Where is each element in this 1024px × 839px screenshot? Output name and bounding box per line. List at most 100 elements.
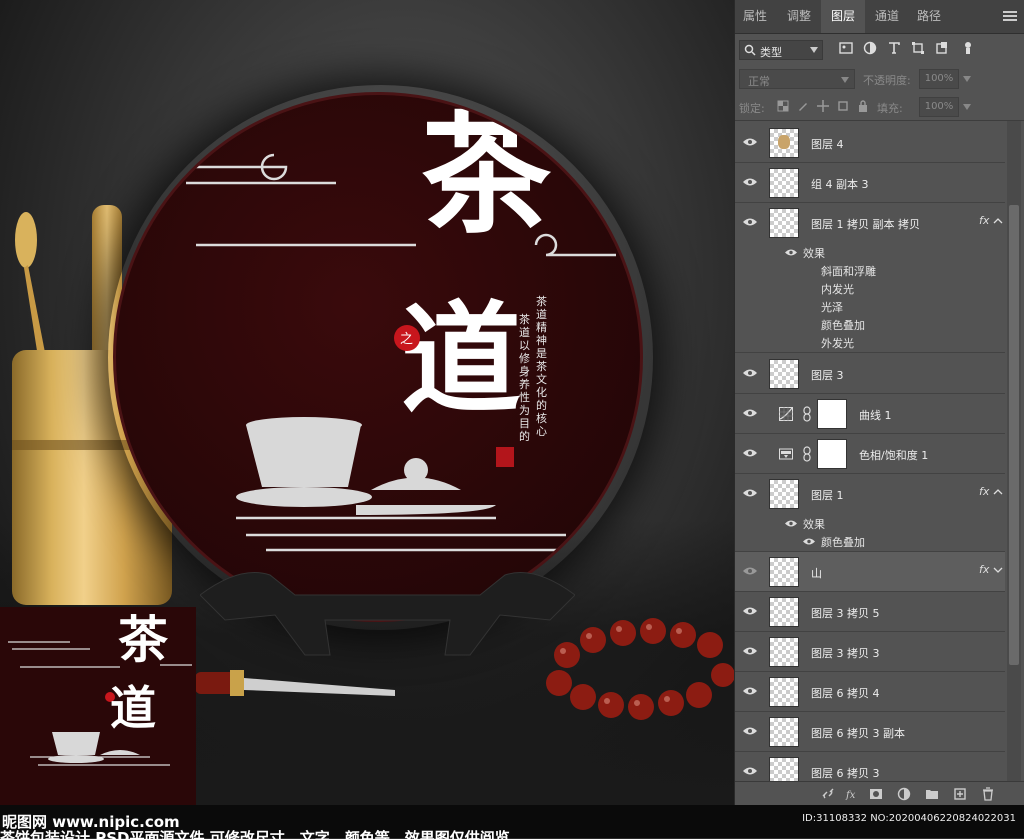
layer-row[interactable]: 图层 1 拷贝 副本 拷贝 fx (735, 203, 1005, 243)
filter-adjustment-icon[interactable] (863, 41, 877, 55)
layer-row[interactable]: 图层 3 拷贝 3 (735, 632, 1005, 672)
chevron-up-icon[interactable] (993, 487, 1003, 497)
thumbnail-title-way: 道 (110, 681, 156, 735)
lock-pixels-icon[interactable] (797, 100, 809, 112)
layers-panel: 属性 调整 图层 通道 路径 类型 正常 不透明度: 100% 锁定: 填充: … (734, 0, 1024, 805)
opacity-input[interactable]: 100% (919, 69, 959, 89)
filter-pixel-icon[interactable] (839, 41, 853, 55)
tab-paths[interactable]: 路径 (909, 0, 949, 33)
layer-row[interactable]: 图层 3 (735, 354, 1005, 394)
link-icon[interactable] (803, 406, 811, 422)
effects-header[interactable]: 效果 (735, 243, 1005, 262)
eye-icon[interactable] (743, 368, 757, 378)
blend-mode-select[interactable]: 正常 (739, 69, 855, 89)
chevron-down-icon (810, 47, 818, 53)
layer-mask-thumbnail[interactable] (817, 439, 847, 469)
eye-icon[interactable] (743, 177, 757, 187)
add-mask-icon[interactable] (869, 787, 883, 801)
layer-mask-thumbnail[interactable] (817, 399, 847, 429)
eye-icon[interactable] (743, 217, 757, 227)
effect-item[interactable]: 颜色叠加 (735, 315, 1005, 334)
layer-name: 图层 3 拷贝 5 (811, 607, 880, 620)
effect-name: 内发光 (821, 283, 854, 296)
seal-char: 之 (400, 332, 414, 347)
new-layer-icon[interactable] (953, 787, 967, 801)
filter-type-icon[interactable] (887, 41, 901, 55)
layer-thumbnail (769, 208, 799, 238)
lock-position-icon[interactable] (817, 100, 829, 112)
chevron-up-icon[interactable] (993, 216, 1003, 226)
lock-row: 锁定: 填充: 100% (735, 94, 1024, 121)
eye-icon[interactable] (803, 537, 815, 546)
poem-column-1: 茶道精神是茶文化的核心 (536, 295, 547, 438)
chevron-down-icon[interactable] (963, 104, 971, 110)
layer-row[interactable]: 图层 6 拷贝 3 副本 (735, 712, 1005, 752)
eye-icon[interactable] (743, 686, 757, 696)
effect-item[interactable]: 外发光 (735, 333, 1005, 353)
layer-row[interactable]: 图层 6 拷贝 4 (735, 672, 1005, 712)
layer-row[interactable]: 图层 6 拷贝 3 (735, 752, 1005, 781)
effect-item[interactable]: 颜色叠加 (735, 532, 1005, 552)
effect-item[interactable]: 内发光 (735, 279, 1005, 298)
lock-artboard-icon[interactable] (837, 100, 849, 112)
layer-thumbnail (769, 557, 799, 587)
thumbnail-title-tea: 茶 (118, 610, 168, 669)
fx-badge[interactable]: fx (979, 485, 989, 498)
eye-icon[interactable] (743, 488, 757, 498)
layer-row[interactable]: 组 4 副本 3 (735, 163, 1005, 203)
eye-icon[interactable] (743, 137, 757, 147)
chevron-down-icon[interactable] (993, 565, 1003, 575)
tab-channels[interactable]: 通道 (867, 0, 907, 33)
layer-thumbnail (769, 359, 799, 389)
eye-icon[interactable] (743, 766, 757, 776)
effect-item[interactable]: 斜面和浮雕 (735, 261, 1005, 280)
layer-row[interactable]: 山 fx (735, 552, 1005, 592)
filter-type-select[interactable]: 类型 (739, 40, 823, 60)
adjustment-layer-row[interactable]: 色相/饱和度 1 (735, 434, 1005, 474)
eye-icon[interactable] (785, 248, 797, 257)
signature-stamp (496, 447, 514, 467)
fx-badge[interactable]: fx (979, 563, 989, 576)
eye-icon[interactable] (743, 606, 757, 616)
filter-shape-icon[interactable] (911, 41, 925, 55)
eye-icon[interactable] (743, 448, 757, 458)
link-layers-icon[interactable] (821, 787, 835, 801)
effects-header[interactable]: 效果 (735, 514, 1005, 533)
eye-icon[interactable] (743, 566, 757, 576)
layer-name: 山 (811, 567, 822, 580)
lock-all-icon[interactable] (857, 100, 869, 112)
effect-name: 斜面和浮雕 (821, 265, 876, 278)
layer-name: 色相/饱和度 1 (859, 449, 929, 462)
eye-icon[interactable] (743, 408, 757, 418)
effect-item[interactable]: 光泽 (735, 297, 1005, 316)
fx-badge[interactable]: fx (979, 214, 989, 227)
lock-transparent-icon[interactable] (777, 100, 789, 112)
tab-layers[interactable]: 图层 (821, 0, 865, 33)
tab-adjustments[interactable]: 调整 (779, 0, 819, 33)
link-icon[interactable] (803, 446, 811, 462)
filter-smart-object-icon[interactable] (935, 41, 949, 55)
blend-mode-value: 正常 (748, 75, 770, 88)
chevron-down-icon[interactable] (963, 76, 971, 82)
tab-properties[interactable]: 属性 (735, 0, 775, 33)
scrollbar-thumb[interactable] (1009, 205, 1019, 665)
eye-icon[interactable] (743, 726, 757, 736)
fill-input[interactable]: 100% (919, 97, 959, 117)
tea-needle (195, 670, 395, 696)
filter-toggle-icon[interactable] (961, 41, 975, 55)
adjustment-layer-row[interactable]: 曲线 1 (735, 394, 1005, 434)
panel-menu-icon[interactable] (1003, 10, 1017, 22)
adjustment-layer-icon[interactable] (897, 787, 911, 801)
delete-layer-icon[interactable] (981, 787, 995, 801)
layer-name: 图层 6 拷贝 3 副本 (811, 727, 905, 740)
layer-row[interactable]: 图层 4 (735, 123, 1005, 163)
layer-row[interactable]: 图层 1 fx (735, 474, 1005, 514)
eye-icon[interactable] (743, 646, 757, 656)
new-group-icon[interactable] (925, 787, 939, 801)
seal-red: 之 (394, 325, 420, 351)
layer-row[interactable]: 图层 3 拷贝 5 (735, 592, 1005, 632)
fx-icon[interactable]: fx (845, 787, 859, 801)
eye-icon[interactable] (785, 519, 797, 528)
effects-label: 效果 (803, 247, 825, 260)
effects-label: 效果 (803, 518, 825, 531)
